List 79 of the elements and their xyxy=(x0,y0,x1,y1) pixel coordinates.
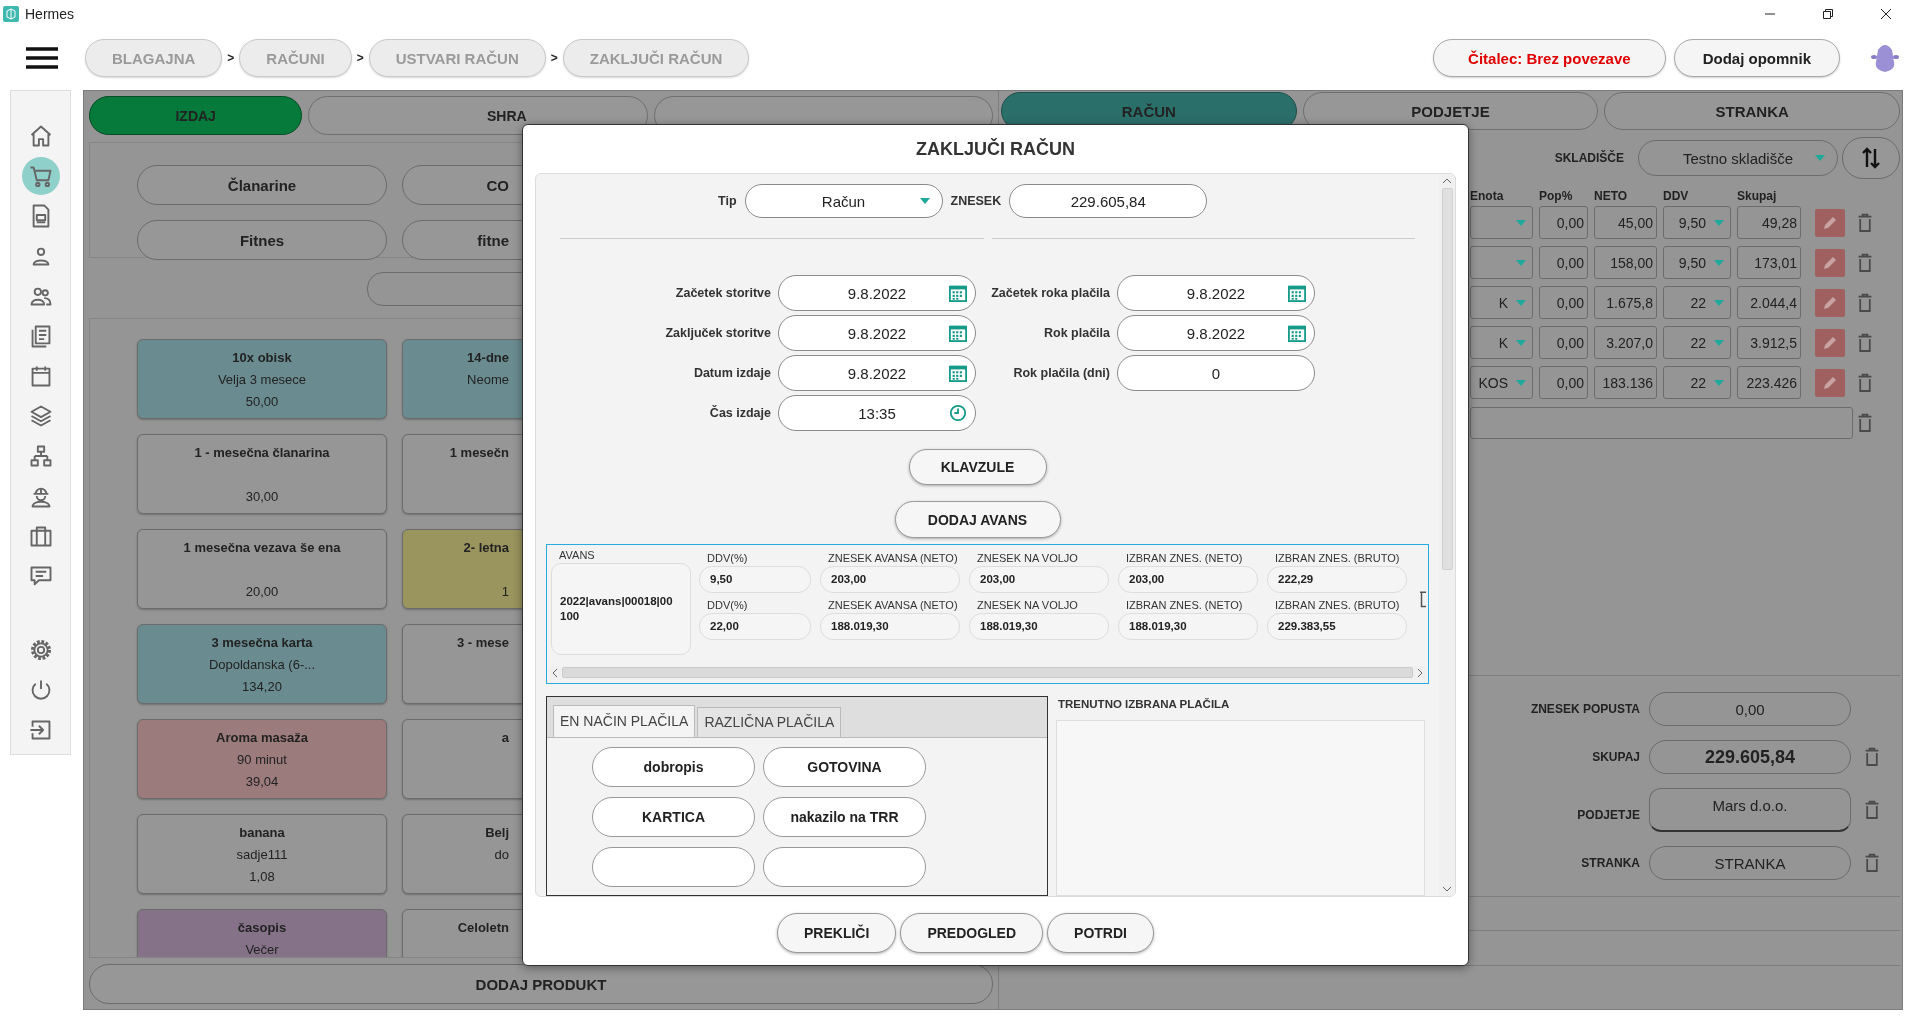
product-price: 20,00 xyxy=(245,583,279,601)
table-cell: 45,00 xyxy=(1594,206,1657,239)
window-title: Hermes xyxy=(25,6,74,22)
field-label: DDV(%) xyxy=(706,551,749,564)
product-description: Neome xyxy=(467,371,509,389)
table-cell: 2.044,4 xyxy=(1737,286,1801,319)
breadcrumb-separator: > xyxy=(550,51,558,65)
product-name: Celoletn xyxy=(457,919,509,937)
table-cell: 173,01 xyxy=(1737,246,1801,279)
section-title: TRENUTNO IZBRANA PLAČILA xyxy=(1057,697,1231,712)
product-price: 134,20 xyxy=(242,678,282,696)
summary-label: STRANKA xyxy=(1581,856,1640,870)
table-cell: 3.207,0 xyxy=(1594,326,1657,359)
field-label: Rok plačila xyxy=(1043,326,1110,340)
product-name: 2- letna xyxy=(463,539,509,557)
field-label: IZBRAN ZNES. (NETO) xyxy=(1125,551,1244,564)
field-label: ZNESEK AVANSA (NETO) xyxy=(827,598,959,611)
field-label: ZNESEK xyxy=(950,194,1002,208)
field-label: Začetek storitve xyxy=(674,286,771,300)
table-cell: 183.136 xyxy=(1594,366,1657,399)
column-header: Skupaj xyxy=(1737,189,1778,203)
product-price: 1 xyxy=(501,583,509,601)
field-label: IZBRAN ZNES. (NETO) xyxy=(1125,598,1244,611)
product-name: Aroma masaža xyxy=(216,729,308,747)
product-description: do xyxy=(494,846,509,864)
field-label: DDV(%) xyxy=(706,598,749,611)
product-name: a xyxy=(501,729,509,747)
product-name: časopis xyxy=(237,919,287,937)
field-label: ZNESEK NA VOLJO xyxy=(976,551,1079,564)
product-description: sadje111 xyxy=(236,846,288,864)
dialog-title: ZAKLJUČI RAČUN xyxy=(915,137,1076,161)
table-cell: 0,00 xyxy=(1539,326,1588,359)
table-cell: 1.675,8 xyxy=(1594,286,1657,319)
field-label: Rok plačila (dni) xyxy=(1012,366,1110,380)
field-label: IZBRAN ZNES. (BRUTO) xyxy=(1274,598,1401,611)
product-name: 1 - mesečna članarina xyxy=(194,444,330,462)
product-name: banana xyxy=(239,824,285,842)
table-cell: 0,00 xyxy=(1539,206,1588,239)
table-cell: 158,00 xyxy=(1594,246,1657,279)
product-description: Velja 3 mesece xyxy=(217,371,307,389)
breadcrumb-separator: > xyxy=(356,51,364,65)
product-price: 50,00 xyxy=(245,393,279,411)
product-price: 1,08 xyxy=(249,868,275,886)
product-name: 3 mesečna karta xyxy=(211,634,313,652)
product-price: 39,04 xyxy=(245,773,279,791)
summary-label: PODJETJE xyxy=(1577,807,1640,822)
product-name: 3 - mese xyxy=(456,634,509,652)
product-name: 10x obisk xyxy=(232,349,292,367)
product-price: 30,00 xyxy=(245,488,279,506)
field-label: Tip xyxy=(718,194,737,208)
table-cell: 49,28 xyxy=(1737,206,1801,239)
table-cell: 0,00 xyxy=(1539,366,1588,399)
column-header: Pop% xyxy=(1539,189,1574,203)
field-label: Čas izdaje xyxy=(708,406,771,420)
summary-label: SKUPAJ xyxy=(1592,750,1640,764)
advance-label: AVANS xyxy=(558,548,596,561)
column-header: NETO xyxy=(1594,189,1629,203)
product-description: 90 minut xyxy=(237,751,287,769)
field-label: ZNESEK NA VOLJO xyxy=(976,598,1079,611)
field-label: ZNESEK AVANSA (NETO) xyxy=(827,551,959,564)
breadcrumb-separator: > xyxy=(227,51,235,65)
field-label: Datum izdaje xyxy=(692,366,771,380)
field-label: Začetek roka plačila xyxy=(990,286,1110,300)
warehouse-label: SKLADIŠČE xyxy=(1554,151,1624,165)
field-label: IZBRAN ZNES. (BRUTO) xyxy=(1274,551,1401,564)
table-cell: 3.912,5 xyxy=(1737,326,1801,359)
product-description: Večer xyxy=(245,941,279,957)
column-header: DDV xyxy=(1663,189,1690,203)
table-cell: 0,00 xyxy=(1539,286,1588,319)
table-cell: 0,00 xyxy=(1539,246,1588,279)
field-label: Zaključek storitve xyxy=(664,326,771,340)
summary-label: ZNESEK POPUSTA xyxy=(1530,702,1640,716)
column-header: Enota xyxy=(1470,189,1505,203)
table-cell: 223.426 xyxy=(1737,366,1801,399)
product-name: Belj xyxy=(485,824,509,842)
product-name: 14-dne xyxy=(467,349,509,367)
product-name: 1 mesečn xyxy=(449,444,509,462)
product-name: 1 mesečna vezava še ena xyxy=(183,539,341,557)
product-description: Dopoldanska (6-... xyxy=(208,656,316,674)
